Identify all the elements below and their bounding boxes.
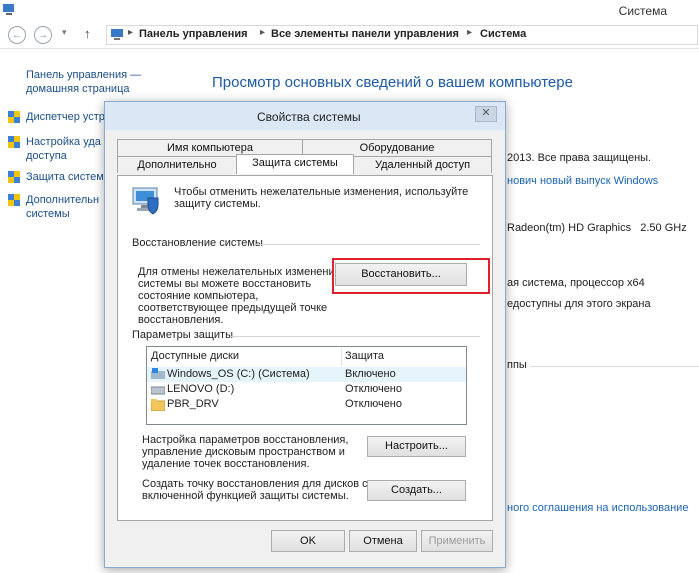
dialog-title: Свойства системы <box>257 110 361 124</box>
section-divider <box>530 366 699 367</box>
license-link[interactable]: ного соглашения на использование <box>507 502 688 514</box>
sidebar-home-link[interactable]: Панель управления — домашняя страница <box>26 68 141 96</box>
copyright-text: 2013. Все права защищены. <box>507 152 652 164</box>
configure-description: Настройка параметров восстановления, упр… <box>142 434 348 470</box>
breadcrumb-separator-icon: ▸ <box>467 27 473 38</box>
configure-line: удаление точек восстановления. <box>142 458 310 470</box>
restore-line: Для отмены нежелательных изменений <box>138 266 341 278</box>
pen-touch-text: едоступны для этого экрана <box>507 298 651 310</box>
drive-status: Отключено <box>345 383 402 395</box>
restore-line: соответствующее предыдущей точке <box>138 302 328 314</box>
drive-name: Windows_OS (C:) (Система) <box>167 368 310 380</box>
sidebar-item-label: Настройка уда <box>26 136 101 148</box>
intro-text: Чтобы отменить нежелательные изменения, … <box>174 186 468 210</box>
window-titlebar: Система <box>0 0 699 22</box>
workgroup-section-label: ппы <box>507 359 527 371</box>
dialog-titlebar: Свойства системы ✕ <box>105 102 505 130</box>
system-protection-icon <box>132 187 159 215</box>
sidebar-item-remote-settings[interactable]: Настройка уда доступа <box>26 135 101 163</box>
processor-text: Radeon(tm) HD Graphics 2.50 GHz <box>507 222 687 234</box>
back-button[interactable]: ← <box>8 26 26 44</box>
system-protection-panel: Чтобы отменить нежелательные изменения, … <box>117 175 493 521</box>
tab-remote[interactable]: Удаленный доступ <box>353 156 492 173</box>
column-header-drives[interactable]: Доступные диски <box>147 347 342 366</box>
control-panel-icon <box>111 29 123 40</box>
breadcrumb-all-items[interactable]: Все элементы панели управления <box>271 28 459 40</box>
system-type-text: ая система, процессор x64 <box>507 277 645 289</box>
window-title: Система <box>618 4 667 18</box>
address-bar[interactable]: ▸ Панель управления ▸ Все элементы панел… <box>106 25 698 45</box>
up-button[interactable]: ↑ <box>84 26 91 41</box>
restore-line: системы вы можете восстановить <box>138 278 312 290</box>
breadcrumb-separator-icon: ▸ <box>128 27 134 38</box>
restore-line: состояние компьютера, <box>138 290 259 302</box>
navigation-bar: ← → ▾ ↑ ▸ Панель управления ▸ Все элемен… <box>0 22 699 49</box>
drive-status: Включено <box>345 368 396 380</box>
protection-group-label: Параметры защиты <box>132 329 233 341</box>
close-icon[interactable]: ✕ <box>475 106 497 122</box>
sidebar-item-device-manager[interactable]: Диспетчер устр <box>26 110 105 124</box>
sidebar-item-label: доступа <box>26 150 67 162</box>
column-header-protection[interactable]: Защита <box>341 347 466 366</box>
drive-row[interactable]: PBR_DRV Отключено <box>147 397 466 412</box>
new-release-link[interactable]: нович новый выпуск Windows <box>507 175 658 187</box>
system-properties-dialog: Свойства системы ✕ Имя компьютера Оборуд… <box>104 101 506 568</box>
intro-line: Чтобы отменить нежелательные изменения, … <box>174 186 469 198</box>
recent-dropdown-icon[interactable]: ▾ <box>62 27 67 38</box>
tab-advanced[interactable]: Дополнительно <box>117 156 237 173</box>
create-button[interactable]: Создать... <box>367 480 466 501</box>
create-line: включенной функцией защиты системы. <box>142 490 349 502</box>
breadcrumb-system[interactable]: Система <box>480 28 526 40</box>
system-icon <box>3 4 14 15</box>
group-divider <box>231 336 480 337</box>
system-drive-icon <box>151 368 165 379</box>
sidebar-home-line1: Панель управления — <box>26 69 142 81</box>
apply-button[interactable]: Применить <box>421 530 493 552</box>
shield-icon <box>8 171 20 183</box>
restore-highlight-box <box>332 258 490 294</box>
restore-group-label: Восстановление системы <box>132 237 263 249</box>
folder-icon <box>151 399 165 411</box>
group-divider <box>256 244 480 245</box>
page-title: Просмотр основных сведений о вашем компь… <box>212 74 573 91</box>
shield-icon <box>8 194 20 206</box>
drive-name: LENOVO (D:) <box>167 383 235 395</box>
forward-button[interactable]: → <box>34 26 52 44</box>
breadcrumb-control-panel[interactable]: Панель управления <box>139 28 248 40</box>
breadcrumb-separator-icon: ▸ <box>260 27 266 38</box>
sidebar-item-advanced-settings[interactable]: Дополнительн системы <box>26 193 99 221</box>
drive-row[interactable]: LENOVO (D:) Отключено <box>147 382 466 397</box>
drive-status: Отключено <box>345 398 402 410</box>
tab-system-protection[interactable]: Защита системы <box>236 154 354 174</box>
restore-line: восстановления. <box>138 314 224 326</box>
shield-icon <box>8 111 20 123</box>
create-description: Создать точку восстановления для дисков … <box>142 478 368 502</box>
configure-line: Настройка параметров восстановления, <box>142 434 349 446</box>
shield-icon <box>8 136 20 148</box>
sidebar-home-line2: домашняя страница <box>26 83 130 95</box>
restore-description: Для отмены нежелательных изменений систе… <box>138 266 341 326</box>
sidebar-item-label: системы <box>26 208 70 220</box>
configure-button[interactable]: Настроить... <box>367 436 466 457</box>
sidebar-item-system-protection[interactable]: Защита систем <box>26 170 104 184</box>
configure-line: управление дисковым пространством и <box>142 446 345 458</box>
drive-row[interactable]: Windows_OS (C:) (Система) Включено <box>147 367 466 382</box>
ok-button[interactable]: OK <box>271 530 345 552</box>
drives-list[interactable]: Доступные диски Защита Windows_OS (C:) (… <box>146 346 467 425</box>
drive-name: PBR_DRV <box>167 398 219 410</box>
intro-line: защиту системы. <box>174 198 261 210</box>
create-line: Создать точку восстановления для дисков … <box>142 478 368 490</box>
sidebar-item-label: Дополнительн <box>26 194 100 206</box>
cancel-button[interactable]: Отмена <box>349 530 417 552</box>
drive-icon <box>151 386 165 395</box>
